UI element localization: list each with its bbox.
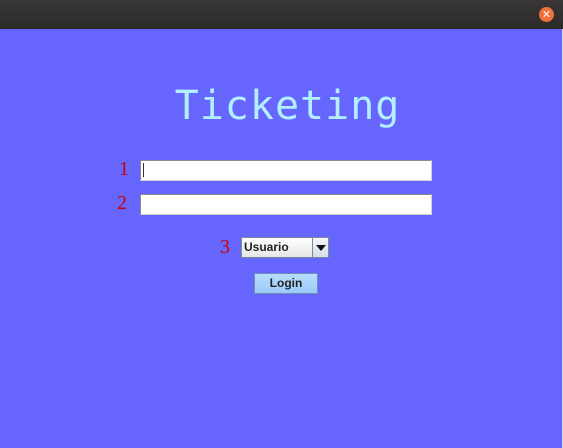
login-panel: Ticketing 1 2 3 Usuario Login — [0, 29, 563, 448]
field-number-1: 1 — [119, 158, 129, 180]
window-titlebar[interactable]: ✕ — [0, 0, 563, 29]
chevron-down-icon[interactable] — [312, 238, 328, 257]
role-dropdown[interactable]: Usuario — [241, 237, 329, 258]
password-field[interactable] — [140, 194, 432, 215]
close-icon[interactable]: ✕ — [539, 7, 554, 22]
role-dropdown-value: Usuario — [242, 238, 312, 257]
username-field[interactable] — [140, 160, 432, 181]
login-button[interactable]: Login — [254, 273, 318, 294]
text-caret — [143, 163, 144, 177]
field-number-2: 2 — [117, 192, 127, 214]
app-title: Ticketing — [174, 83, 401, 129]
app-window: ✕ Ticketing 1 2 3 Usuario Login — [0, 0, 563, 448]
field-number-3: 3 — [220, 236, 230, 258]
